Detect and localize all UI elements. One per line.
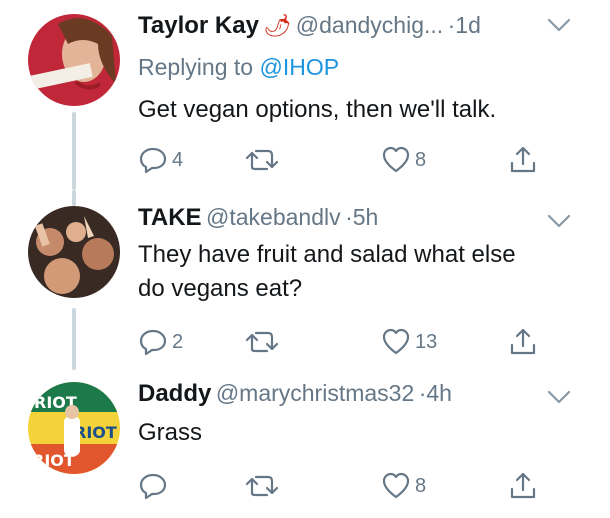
reply-count: 4 <box>172 148 184 171</box>
share-icon <box>508 327 538 357</box>
reply-icon <box>138 145 168 175</box>
like-button[interactable]: 8 <box>381 468 426 504</box>
like-icon <box>381 327 411 357</box>
tweet-actions: 2 13 <box>138 324 578 360</box>
tweet-1[interactable]: Taylor Kay 🌶 @dandychig... ·1d Replying … <box>0 0 610 200</box>
tweet-actions: 8 <box>138 468 578 504</box>
retweet-button[interactable] <box>245 324 279 360</box>
share-icon <box>508 471 538 501</box>
tweet-3[interactable]: RIOT RIOT RIOT Daddy @marychristmas32 ·4… <box>0 360 610 518</box>
retweet-button[interactable] <box>245 468 279 504</box>
replying-to: Replying to @IHOP <box>138 54 339 81</box>
tweet-text-line: They have fruit and salad what else <box>138 241 516 268</box>
share-icon <box>508 145 538 175</box>
retweet-icon <box>245 145 279 175</box>
thread-line <box>72 190 76 206</box>
like-button[interactable]: 8 <box>381 142 426 178</box>
author-name[interactable]: Taylor Kay <box>138 12 259 39</box>
timestamp[interactable]: 4h <box>426 380 452 406</box>
reply-button[interactable]: 4 <box>138 142 183 178</box>
retweet-button[interactable] <box>245 142 279 178</box>
mention-link[interactable]: @IHOP <box>259 54 339 80</box>
tweet-header: Taylor Kay 🌶 @dandychig... ·1d <box>138 12 590 46</box>
separator-dot: · <box>345 204 353 230</box>
like-count: 8 <box>415 148 427 171</box>
tweet-header: Daddy @marychristmas32 ·4h <box>138 380 590 414</box>
like-icon <box>381 471 411 501</box>
reply-count: 2 <box>172 330 184 353</box>
tweet-actions: 4 8 <box>138 142 578 178</box>
reply-icon <box>138 471 168 501</box>
author-handle[interactable]: @dandychig... <box>296 12 443 38</box>
tweet-text: Get vegan options, then we'll talk. <box>138 96 497 123</box>
like-icon <box>381 145 411 175</box>
like-button[interactable]: 13 <box>381 324 437 360</box>
tweet-text-line: do vegans eat? <box>138 275 303 302</box>
replying-to-label: Replying to <box>138 54 254 80</box>
chevron-down-icon[interactable] <box>546 388 572 411</box>
like-count: 13 <box>415 330 438 353</box>
avatar-banner-text: RIOT <box>74 423 117 442</box>
timestamp[interactable]: 5h <box>353 204 379 230</box>
author-handle[interactable]: @takebandlv <box>206 204 341 230</box>
timestamp[interactable]: 1d <box>455 12 481 38</box>
retweet-icon <box>245 327 279 357</box>
share-button[interactable] <box>508 468 538 504</box>
retweet-icon <box>245 471 279 501</box>
thread-line <box>72 360 76 370</box>
thread-line <box>72 112 76 190</box>
avatar[interactable]: RIOT RIOT RIOT <box>28 382 120 474</box>
chili-pepper-icon: 🌶 <box>263 13 292 38</box>
avatar[interactable] <box>28 14 120 106</box>
share-button[interactable] <box>508 142 538 178</box>
chevron-down-icon[interactable] <box>546 16 572 39</box>
tweet-text: Grass <box>138 419 203 446</box>
author-name[interactable]: TAKE <box>138 204 202 231</box>
tweet-2[interactable]: TAKE @takebandlv ·5h They have fruit and… <box>0 190 610 370</box>
tweet-text: They have fruit and salad what else do v… <box>138 238 590 306</box>
tweet-header: TAKE @takebandlv ·5h <box>138 204 590 238</box>
author-handle[interactable]: @marychristmas32 <box>216 380 414 406</box>
reply-icon <box>138 327 168 357</box>
reply-button[interactable]: 2 <box>138 324 183 360</box>
avatar[interactable] <box>28 206 120 298</box>
share-button[interactable] <box>508 324 538 360</box>
chevron-down-icon[interactable] <box>546 212 572 235</box>
reply-button[interactable] <box>138 468 168 504</box>
like-count: 8 <box>415 474 427 497</box>
author-name[interactable]: Daddy <box>138 380 211 407</box>
